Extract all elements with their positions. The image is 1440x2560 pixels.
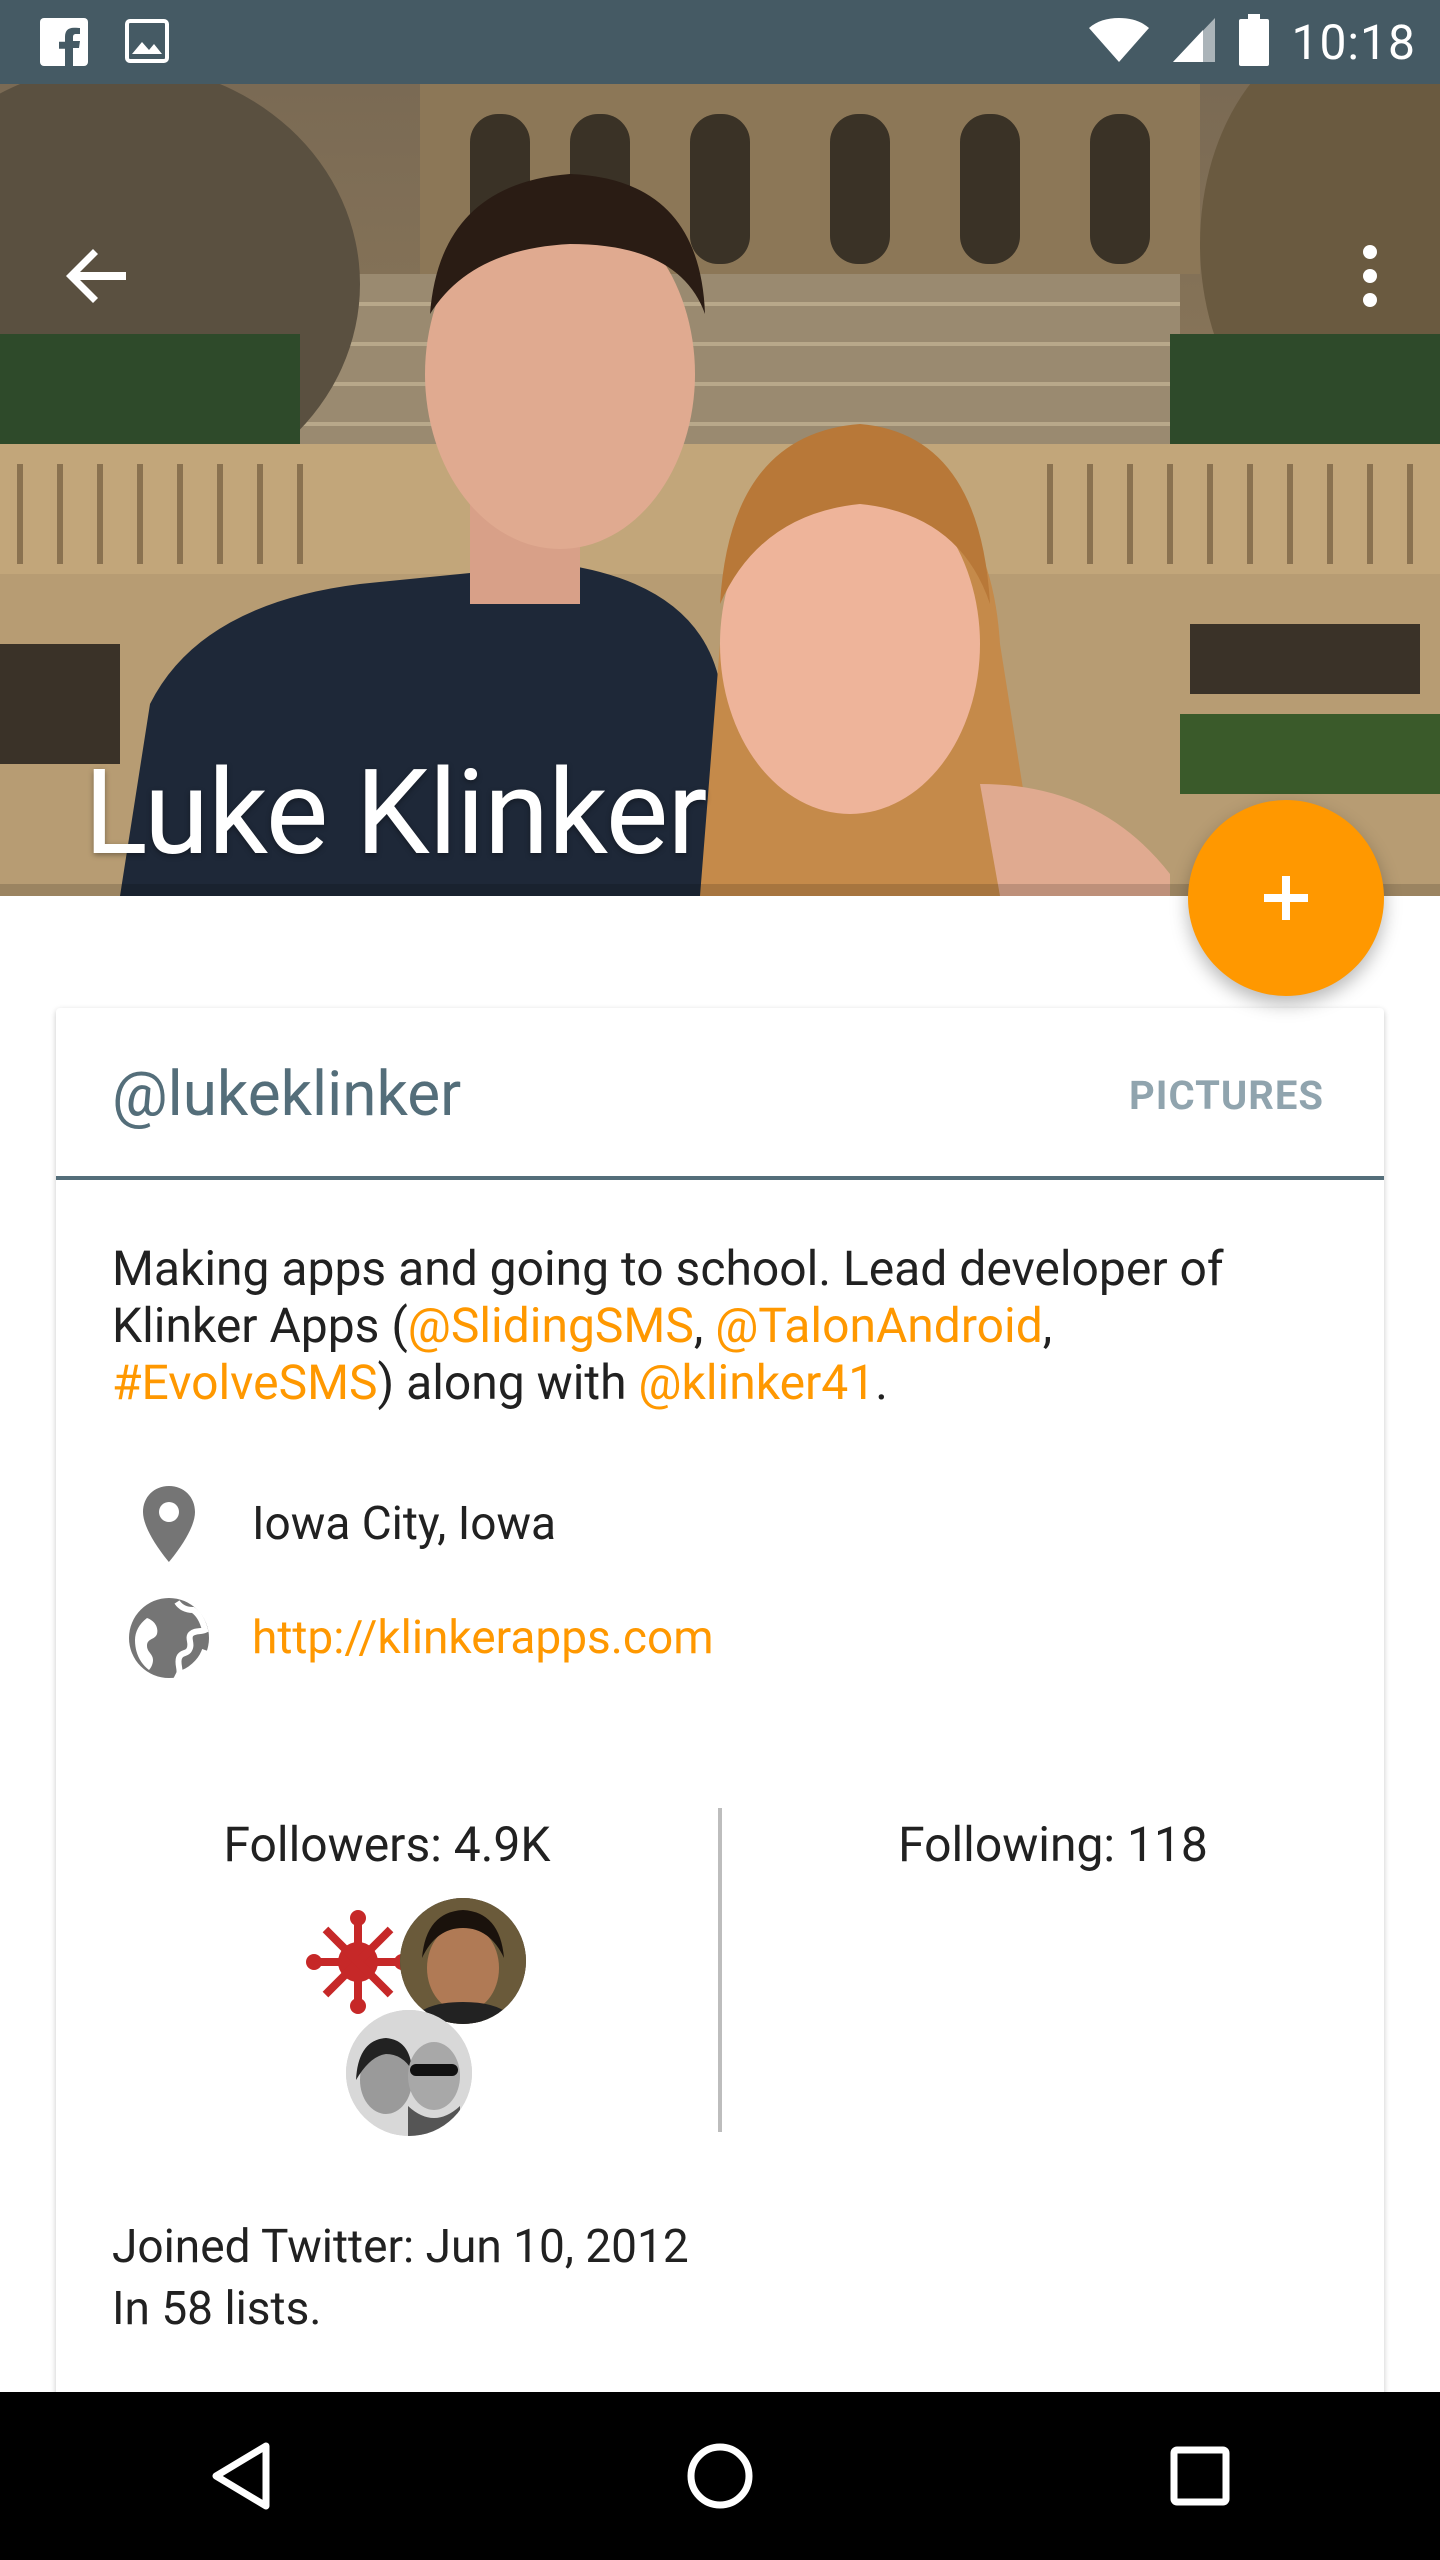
nav-home-button[interactable] bbox=[640, 2416, 800, 2536]
add-fab-button[interactable] bbox=[1188, 800, 1384, 996]
globe-icon bbox=[112, 1596, 226, 1680]
avatar[interactable] bbox=[304, 1908, 412, 2016]
back-triangle-icon bbox=[212, 2442, 270, 2510]
recents-square-icon bbox=[1170, 2446, 1230, 2506]
website-row: http://klinkerapps.com bbox=[112, 1596, 714, 1680]
bio-link-klinker41[interactable]: @klinker41 bbox=[638, 1354, 875, 1411]
plus-icon bbox=[1264, 876, 1308, 920]
profile-name: Luke Klinker bbox=[84, 744, 707, 882]
wifi-icon bbox=[1089, 16, 1150, 68]
avatar[interactable] bbox=[346, 2010, 472, 2136]
nav-back-button[interactable] bbox=[160, 2416, 320, 2536]
following-count[interactable]: Following: 118 bbox=[722, 1816, 1384, 1873]
cell-signal-icon bbox=[1171, 16, 1217, 68]
facebook-icon bbox=[40, 18, 88, 70]
bio-text: , bbox=[1042, 1297, 1053, 1354]
lists-count: In 58 lists. bbox=[112, 2282, 322, 2336]
profile-bio: Making apps and going to school. Lead de… bbox=[112, 1240, 1332, 1411]
battery-icon bbox=[1239, 14, 1270, 70]
join-info: Joined Twitter: Jun 10, 2012 In 58 lists… bbox=[112, 2216, 689, 2340]
card-tab-bar: @lukeklinker PICTURES bbox=[56, 1008, 1384, 1180]
image-icon bbox=[124, 18, 170, 70]
bio-text: ) along with bbox=[377, 1354, 639, 1411]
bio-text: , bbox=[693, 1297, 716, 1354]
location-text: Iowa City, Iowa bbox=[252, 1497, 557, 1551]
website-link[interactable]: http://klinkerapps.com bbox=[252, 1611, 714, 1665]
status-bar: 10:18 bbox=[0, 0, 1440, 84]
back-button[interactable] bbox=[56, 234, 140, 318]
avatar[interactable] bbox=[400, 1898, 526, 2024]
bio-link-talonandroid[interactable]: @TalonAndroid bbox=[715, 1297, 1043, 1354]
profile-header: Luke Klinker bbox=[0, 84, 1440, 896]
arrow-back-icon bbox=[66, 249, 126, 303]
overflow-menu-button[interactable] bbox=[1340, 234, 1400, 318]
bio-link-evolvesms[interactable]: #EvolveSMS bbox=[112, 1354, 377, 1411]
bio-link-slidingsms[interactable]: @SlidingSMS bbox=[408, 1297, 694, 1354]
profile-card: @lukeklinker PICTURES Making apps and go… bbox=[56, 1008, 1384, 2448]
nav-recents-button[interactable] bbox=[1120, 2416, 1280, 2536]
tab-profile-handle[interactable]: @lukeklinker bbox=[112, 1058, 461, 1131]
home-circle-icon bbox=[687, 2443, 753, 2509]
location-pin-icon bbox=[112, 1484, 226, 1564]
system-nav-bar bbox=[0, 2392, 1440, 2560]
more-vert-icon bbox=[1363, 245, 1377, 307]
follower-avatars[interactable] bbox=[304, 1898, 544, 2148]
bio-text: . bbox=[875, 1354, 888, 1411]
location-row: Iowa City, Iowa bbox=[112, 1484, 556, 1564]
followers-count[interactable]: Followers: 4.9K bbox=[56, 1816, 718, 1873]
tab-pictures[interactable]: PICTURES bbox=[1129, 1072, 1324, 1119]
status-time: 10:18 bbox=[1291, 13, 1416, 71]
joined-date: Joined Twitter: Jun 10, 2012 bbox=[112, 2220, 689, 2274]
